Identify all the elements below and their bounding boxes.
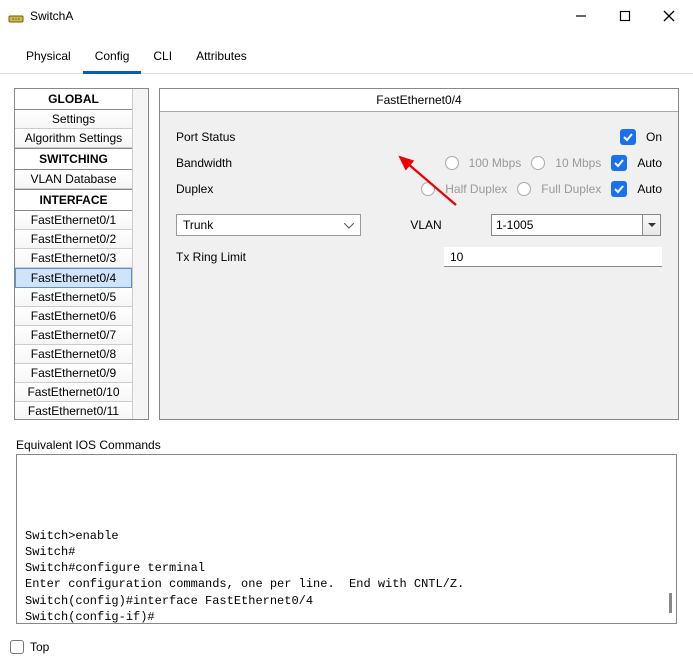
close-button[interactable] — [647, 1, 691, 31]
port-mode-value: Trunk — [183, 218, 213, 232]
chevron-down-icon — [344, 218, 354, 232]
sidebar-item-fe0-4[interactable]: FastEthernet0/4 — [15, 268, 132, 288]
tab-cli[interactable]: CLI — [141, 43, 184, 74]
sidebar-scrollbar[interactable] — [132, 89, 148, 419]
txring-value: 10 — [450, 250, 463, 264]
vlan-input[interactable]: 1-1005 — [491, 214, 661, 236]
sidebar-item-algorithm-settings[interactable]: Algorithm Settings — [15, 129, 132, 148]
duplex-auto-label: Auto — [637, 182, 662, 196]
duplex-label: Duplex — [176, 182, 296, 196]
txring-input[interactable]: 10 — [444, 247, 662, 267]
maximize-button[interactable] — [603, 1, 647, 31]
txring-label: Tx Ring Limit — [176, 250, 436, 264]
top-checkbox[interactable] — [10, 640, 24, 654]
sidebar-item-vlan-database[interactable]: VLAN Database — [15, 170, 132, 189]
sidebar-item-fe0-9[interactable]: FastEthernet0/9 — [15, 364, 132, 383]
bandwidth-label: Bandwidth — [176, 156, 296, 170]
panel-title: FastEthernet0/4 — [160, 89, 678, 112]
duplex-half-radio[interactable] — [421, 182, 435, 196]
tab-attributes[interactable]: Attributes — [184, 43, 259, 74]
sidebar-header-global: GLOBAL — [15, 89, 132, 110]
sidebar-item-fe0-3[interactable]: FastEthernet0/3 — [15, 249, 132, 268]
duplex-half-label: Half Duplex — [445, 182, 507, 196]
port-status-label: Port Status — [176, 130, 296, 144]
duplex-full-radio[interactable] — [517, 182, 531, 196]
sidebar-item-fe0-8[interactable]: FastEthernet0/8 — [15, 345, 132, 364]
sidebar-header-interface: INTERFACE — [15, 189, 132, 211]
duplex-auto-checkbox[interactable] — [611, 181, 627, 197]
bandwidth-100-label: 100 Mbps — [469, 156, 522, 170]
tab-config[interactable]: Config — [83, 43, 142, 74]
duplex-full-label: Full Duplex — [541, 182, 601, 196]
port-status-checkbox[interactable] — [620, 129, 636, 145]
tab-bar: Physical Config CLI Attributes — [0, 32, 693, 74]
vlan-dropdown-button[interactable] — [642, 215, 660, 235]
ios-commands-output[interactable]: Switch>enable Switch# Switch#configure t… — [16, 454, 677, 624]
sidebar-item-fe0-1[interactable]: FastEthernet0/1 — [15, 211, 132, 230]
ios-commands-label: Equivalent IOS Commands — [0, 434, 693, 454]
bandwidth-100-radio[interactable] — [445, 156, 459, 170]
sidebar-header-switching: SWITCHING — [15, 148, 132, 170]
config-panel: FastEthernet0/4 Port Status On Bandwidth… — [159, 88, 679, 420]
bandwidth-10-radio[interactable] — [531, 156, 545, 170]
sidebar-item-fe0-10[interactable]: FastEthernet0/10 — [15, 383, 132, 402]
tab-physical[interactable]: Physical — [14, 43, 83, 74]
titlebar: SwitchA — [0, 0, 693, 32]
top-label: Top — [30, 640, 49, 654]
sidebar-item-fe0-5[interactable]: FastEthernet0/5 — [15, 288, 132, 307]
vlan-label: VLAN — [391, 218, 461, 232]
sidebar: GLOBAL Settings Algorithm Settings SWITC… — [14, 88, 149, 420]
port-status-on-label: On — [646, 130, 662, 144]
sidebar-item-fe0-2[interactable]: FastEthernet0/2 — [15, 230, 132, 249]
sidebar-item-settings[interactable]: Settings — [15, 110, 132, 129]
window-title: SwitchA — [30, 9, 559, 23]
ios-scroll-indicator — [669, 593, 672, 613]
vlan-value: 1-1005 — [496, 218, 533, 232]
sidebar-item-fe0-11[interactable]: FastEthernet0/11 — [15, 402, 132, 419]
app-icon — [8, 8, 24, 24]
bandwidth-auto-label: Auto — [637, 156, 662, 170]
footer: Top — [0, 634, 693, 660]
bandwidth-10-label: 10 Mbps — [555, 156, 601, 170]
minimize-button[interactable] — [559, 1, 603, 31]
bandwidth-auto-checkbox[interactable] — [611, 155, 627, 171]
sidebar-item-fe0-6[interactable]: FastEthernet0/6 — [15, 307, 132, 326]
port-mode-select[interactable]: Trunk — [176, 214, 361, 236]
ios-text: Switch>enable Switch# Switch#configure t… — [25, 529, 464, 624]
sidebar-item-fe0-7[interactable]: FastEthernet0/7 — [15, 326, 132, 345]
